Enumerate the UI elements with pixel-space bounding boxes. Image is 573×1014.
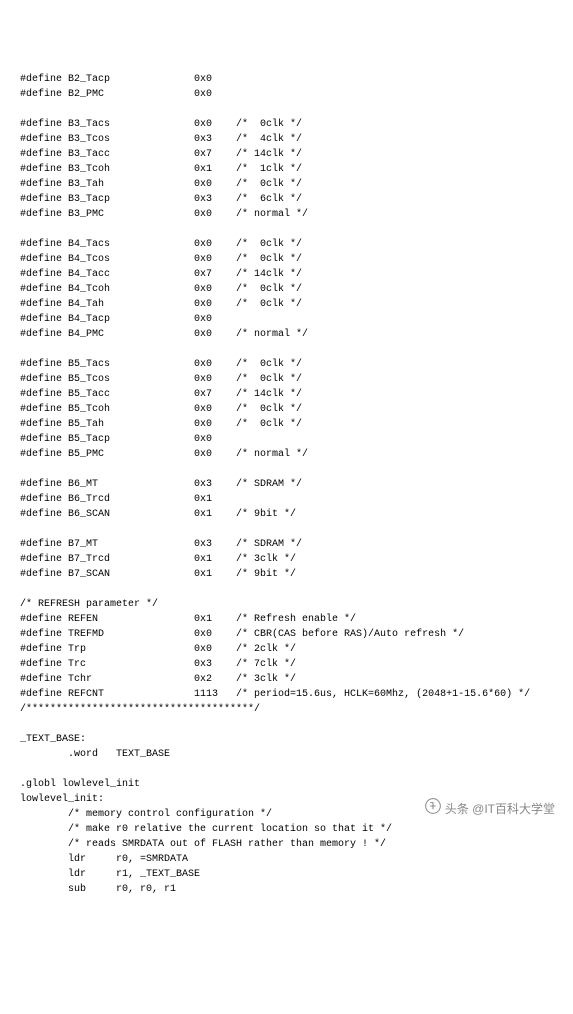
code-line <box>20 462 553 477</box>
code-line <box>20 222 553 237</box>
code-line: #define B5_Tcoh 0x0 /* 0clk */ <box>20 402 553 417</box>
code-line: #define B3_Tcoh 0x1 /* 1clk */ <box>20 162 553 177</box>
code-line: #define B3_Tcos 0x3 /* 4clk */ <box>20 132 553 147</box>
code-line: #define B2_Tacp 0x0 <box>20 72 553 87</box>
watermark: 头条 @IT百科大学堂 <box>411 780 555 837</box>
code-line <box>20 582 553 597</box>
watermark-text: 头条 @IT百科大学堂 <box>445 800 555 818</box>
code-line <box>20 717 553 732</box>
code-line: #define B7_MT 0x3 /* SDRAM */ <box>20 537 553 552</box>
code-line: #define B5_Tcos 0x0 /* 0clk */ <box>20 372 553 387</box>
code-line: #define B3_Tacs 0x0 /* 0clk */ <box>20 117 553 132</box>
code-line: #define Trp 0x0 /* 2clk */ <box>20 642 553 657</box>
watermark-icon <box>411 780 440 837</box>
code-line: #define B4_Tcoh 0x0 /* 0clk */ <box>20 282 553 297</box>
code-line: #define Tchr 0x2 /* 3clk */ <box>20 672 553 687</box>
code-line <box>20 762 553 777</box>
code-line: #define B3_Tacp 0x3 /* 6clk */ <box>20 192 553 207</box>
code-line <box>20 102 553 117</box>
code-line: #define B4_Tacs 0x0 /* 0clk */ <box>20 237 553 252</box>
code-line <box>20 342 553 357</box>
code-line: #define B4_Tacc 0x7 /* 14clk */ <box>20 267 553 282</box>
code-line: #define B2_PMC 0x0 <box>20 87 553 102</box>
code-line: #define B6_Trcd 0x1 <box>20 492 553 507</box>
code-line: #define TREFMD 0x0 /* CBR(CAS before RAS… <box>20 627 553 642</box>
code-line: sub r0, r0, r1 <box>20 882 553 897</box>
code-line: ldr r1, _TEXT_BASE <box>20 867 553 882</box>
code-line: #define B4_PMC 0x0 /* normal */ <box>20 327 553 342</box>
code-line: #define B5_Tacc 0x7 /* 14clk */ <box>20 387 553 402</box>
code-line: ldr r0, =SMRDATA <box>20 852 553 867</box>
code-line: #define B5_PMC 0x0 /* normal */ <box>20 447 553 462</box>
code-line: #define B5_Tah 0x0 /* 0clk */ <box>20 417 553 432</box>
code-line: #define B3_Tah 0x0 /* 0clk */ <box>20 177 553 192</box>
code-line: _TEXT_BASE: <box>20 732 553 747</box>
code-line: #define B5_Tacs 0x0 /* 0clk */ <box>20 357 553 372</box>
code-line: #define REFEN 0x1 /* Refresh enable */ <box>20 612 553 627</box>
code-line <box>20 522 553 537</box>
code-line: #define B7_SCAN 0x1 /* 9bit */ <box>20 567 553 582</box>
code-line: #define B6_MT 0x3 /* SDRAM */ <box>20 477 553 492</box>
code-line: /* REFRESH parameter */ <box>20 597 553 612</box>
code-line: #define B3_PMC 0x0 /* normal */ <box>20 207 553 222</box>
code-line: #define B4_Tcos 0x0 /* 0clk */ <box>20 252 553 267</box>
code-line: #define B6_SCAN 0x1 /* 9bit */ <box>20 507 553 522</box>
code-line: #define Trc 0x3 /* 7clk */ <box>20 657 553 672</box>
code-line: /* reads SMRDATA out of FLASH rather tha… <box>20 837 553 852</box>
code-line: #define B4_Tah 0x0 /* 0clk */ <box>20 297 553 312</box>
code-line: .word TEXT_BASE <box>20 747 553 762</box>
code-line: #define B4_Tacp 0x0 <box>20 312 553 327</box>
code-line: #define B7_Trcd 0x1 /* 3clk */ <box>20 552 553 567</box>
code-line: #define REFCNT 1113 /* period=15.6us, HC… <box>20 687 553 702</box>
code-block: #define B2_Tacp 0x0#define B2_PMC 0x0 #d… <box>20 72 553 897</box>
code-line: /**************************************/ <box>20 702 553 717</box>
code-line: #define B3_Tacc 0x7 /* 14clk */ <box>20 147 553 162</box>
code-line: #define B5_Tacp 0x0 <box>20 432 553 447</box>
